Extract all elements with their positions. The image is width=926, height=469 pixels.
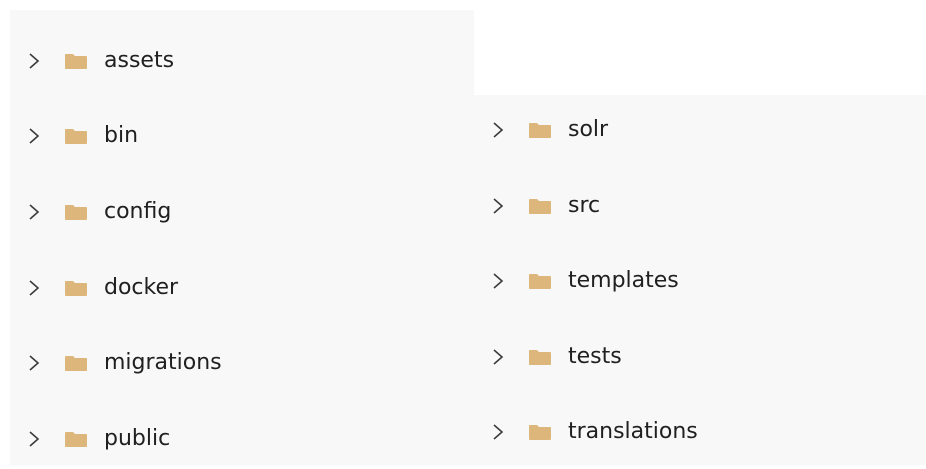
folder-tree-left: assets bin config docker migrations publ… [10, 10, 474, 465]
folder-label: translations [568, 419, 698, 444]
folder-icon [65, 54, 87, 69]
chevron-right-icon[interactable] [490, 120, 506, 140]
folder-label: src [568, 193, 601, 218]
folder-icon [529, 425, 551, 440]
folder-row-migrations[interactable]: migrations [10, 333, 474, 393]
chevron-right-icon[interactable] [26, 51, 42, 71]
folder-tree-right: solr src templates tests translations [474, 95, 926, 465]
chevron-right-icon[interactable] [26, 353, 42, 373]
folder-label: migrations [104, 350, 222, 375]
folder-icon [65, 129, 87, 144]
folder-label: bin [104, 123, 139, 148]
folder-label: templates [568, 268, 679, 293]
folder-row-docker[interactable]: docker [10, 258, 474, 318]
folder-icon [65, 432, 87, 447]
folder-row-config[interactable]: config [10, 182, 474, 242]
folder-icon [529, 199, 551, 214]
folder-row-tests[interactable]: tests [474, 327, 926, 387]
folder-icon [65, 281, 87, 296]
folder-row-bin[interactable]: bin [10, 106, 474, 166]
folder-row-public[interactable]: public [10, 409, 474, 469]
folder-icon [529, 123, 551, 138]
folder-icon [529, 274, 551, 289]
folder-icon [65, 356, 87, 371]
chevron-right-icon[interactable] [490, 347, 506, 367]
chevron-right-icon[interactable] [26, 429, 42, 449]
folder-row-solr[interactable]: solr [474, 100, 926, 160]
folder-row-templates[interactable]: templates [474, 251, 926, 311]
chevron-right-icon[interactable] [26, 126, 42, 146]
folder-label: solr [568, 117, 609, 142]
folder-label: config [104, 199, 172, 224]
chevron-right-icon[interactable] [490, 196, 506, 216]
folder-row-translations[interactable]: translations [474, 402, 926, 462]
folder-label: tests [568, 344, 622, 369]
folder-label: docker [104, 275, 179, 300]
folder-icon [529, 350, 551, 365]
folder-row-src[interactable]: src [474, 176, 926, 236]
chevron-right-icon[interactable] [490, 422, 506, 442]
folder-row-assets[interactable]: assets [10, 31, 474, 91]
chevron-right-icon[interactable] [490, 271, 506, 291]
chevron-right-icon[interactable] [26, 278, 42, 298]
folder-label: assets [104, 48, 175, 73]
folder-label: public [104, 426, 171, 451]
chevron-right-icon[interactable] [26, 202, 42, 222]
folder-icon [65, 205, 87, 220]
